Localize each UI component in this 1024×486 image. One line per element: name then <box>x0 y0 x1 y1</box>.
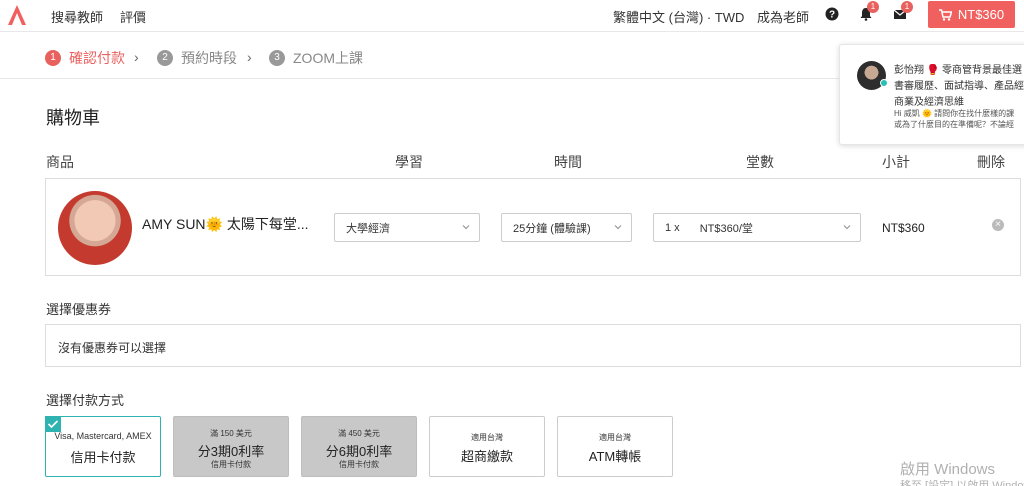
step-label: 確認付款 <box>69 50 125 66</box>
svg-text:?: ? <box>829 10 835 21</box>
chevron-down-icon <box>843 225 851 230</box>
coupon-box[interactable]: 沒有優惠券可以選擇 <box>45 324 1021 367</box>
help-icon[interactable]: ? <box>825 7 839 21</box>
checkmark-icon <box>45 416 61 432</box>
payment-option-6-installments[interactable]: 滿 450 美元 分6期0利率 信用卡付款 <box>301 416 417 477</box>
payment-option-subtitle: 滿 150 美元 <box>210 429 252 438</box>
subject-value: 大學經濟 <box>346 222 390 235</box>
item-subtotal: NT$360 <box>882 221 925 235</box>
payment-option-convenience-store[interactable]: 適用台灣 超商繳款 <box>429 416 545 477</box>
step-zoom-class: 3 ZOOM上課 <box>269 48 363 68</box>
step-label: ZOOM上課 <box>293 50 363 66</box>
cart-button[interactable]: NT$360 <box>928 1 1015 28</box>
nav-reviews[interactable]: 評價 <box>120 7 146 26</box>
step-book-slot: 2 預約時段 <box>157 48 237 68</box>
chevron-down-icon <box>462 225 470 230</box>
payment-option-note: 信用卡付款 <box>339 460 379 469</box>
messages-badge: 1 <box>901 1 913 13</box>
coupon-section-title: 選擇優惠券 <box>46 302 112 317</box>
popup-sender-line: 彭怡翔 🥊 零商管背景最佳選 <box>894 65 1023 76</box>
teacher-name[interactable]: AMY SUN🌞 太陽下每堂... <box>142 214 309 234</box>
payment-section-title: 選擇付款方式 <box>46 393 125 408</box>
price-per-session: NT$360/堂 <box>699 222 753 235</box>
cart-icon <box>938 8 952 21</box>
nav-search-teacher[interactable]: 搜尋教師 <box>51 7 103 26</box>
remove-item-icon[interactable]: × <box>992 219 1004 231</box>
payment-option-note: 信用卡付款 <box>211 460 251 469</box>
popup-message-line: 或為了什麼目的在準備呢？不論經 <box>894 120 1014 129</box>
payment-option-title: 超商繳款 <box>460 449 513 464</box>
step-number: 2 <box>157 50 173 66</box>
popup-headline-line: 書審履歷、面試指導、產品經 <box>894 81 1024 92</box>
duration-value: 25分鐘 (體驗課) <box>513 222 591 235</box>
top-navigation: 搜尋教師 評價 繁體中文 (台灣) · TWD 成為老師 ? 1 1 NT$36… <box>0 0 1024 30</box>
payment-option-subtitle: 適用台灣 <box>471 433 503 442</box>
column-product: 商品 <box>46 154 74 170</box>
step-label: 預約時段 <box>181 50 237 66</box>
page-title: 購物車 <box>46 108 100 128</box>
cart-total: NT$360 <box>957 7 1005 22</box>
column-subject: 學習 <box>395 154 423 170</box>
message-popup[interactable]: 彭怡翔 🥊 零商管背景最佳選 書審履歷、面試指導、產品經 商業及經濟思維 Hi … <box>839 44 1024 145</box>
messages-button[interactable]: 1 <box>893 1 913 21</box>
nav-become-teacher[interactable]: 成為老師 <box>757 7 809 26</box>
coupon-empty-text: 沒有優惠券可以選擇 <box>58 341 167 355</box>
chevron-down-icon <box>614 225 622 230</box>
language-currency-selector[interactable]: 繁體中文 (台灣) · TWD <box>613 7 744 26</box>
column-time: 時間 <box>554 154 582 170</box>
column-delete: 刪除 <box>977 154 1005 170</box>
column-subtotal: 小計 <box>882 154 910 170</box>
logo-icon[interactable] <box>7 4 27 26</box>
windows-activation-watermark: 啟用 Windows <box>900 461 996 478</box>
sessions-select[interactable]: 1 x NT$360/堂 <box>653 213 861 242</box>
duration-select[interactable]: 25分鐘 (體驗課) <box>501 213 632 242</box>
payment-option-atm[interactable]: 適用台灣 ATM轉帳 <box>557 416 673 477</box>
payment-option-subtitle: Visa, Mastercard, AMEX <box>54 431 152 441</box>
notifications-badge: 1 <box>867 1 879 13</box>
online-status-dot <box>880 79 888 87</box>
payment-option-3-installments[interactable]: 滿 150 美元 分3期0利率 信用卡付款 <box>173 416 289 477</box>
step-number: 3 <box>269 50 285 66</box>
payment-option-subtitle: 滿 450 美元 <box>338 429 380 438</box>
step-confirm-payment: 1 確認付款 <box>45 48 125 68</box>
payment-option-credit-card[interactable]: Visa, Mastercard, AMEX 信用卡付款 <box>45 416 161 477</box>
chevron-right-icon: › <box>134 49 139 65</box>
windows-activation-subtext: 移至 [設定] 以啟用 Windows <box>900 480 1024 486</box>
subject-select[interactable]: 大學經濟 <box>334 213 480 242</box>
payment-option-title: ATM轉帳 <box>588 449 642 464</box>
popup-headline-line: 商業及經濟思維 <box>894 97 964 108</box>
payment-option-title: 分3期0利率 <box>197 444 265 459</box>
payment-option-title: 信用卡付款 <box>70 450 136 465</box>
column-sessions: 堂數 <box>746 154 774 170</box>
teacher-avatar[interactable] <box>58 191 132 265</box>
popup-message-line: Hi 威凱 🌞 請問你在找什麼樣的課 <box>894 109 1015 118</box>
step-number: 1 <box>45 50 61 66</box>
chevron-right-icon: › <box>247 49 252 65</box>
payment-option-subtitle: 適用台灣 <box>599 433 631 442</box>
payment-option-title: 分6期0利率 <box>325 444 393 459</box>
cart-item-row: AMY SUN🌞 太陽下每堂... 大學經濟 25分鐘 (體驗課) 1 x NT… <box>45 178 1021 276</box>
notifications-button[interactable]: 1 <box>859 1 879 21</box>
sessions-qty: 1 x <box>665 221 680 234</box>
